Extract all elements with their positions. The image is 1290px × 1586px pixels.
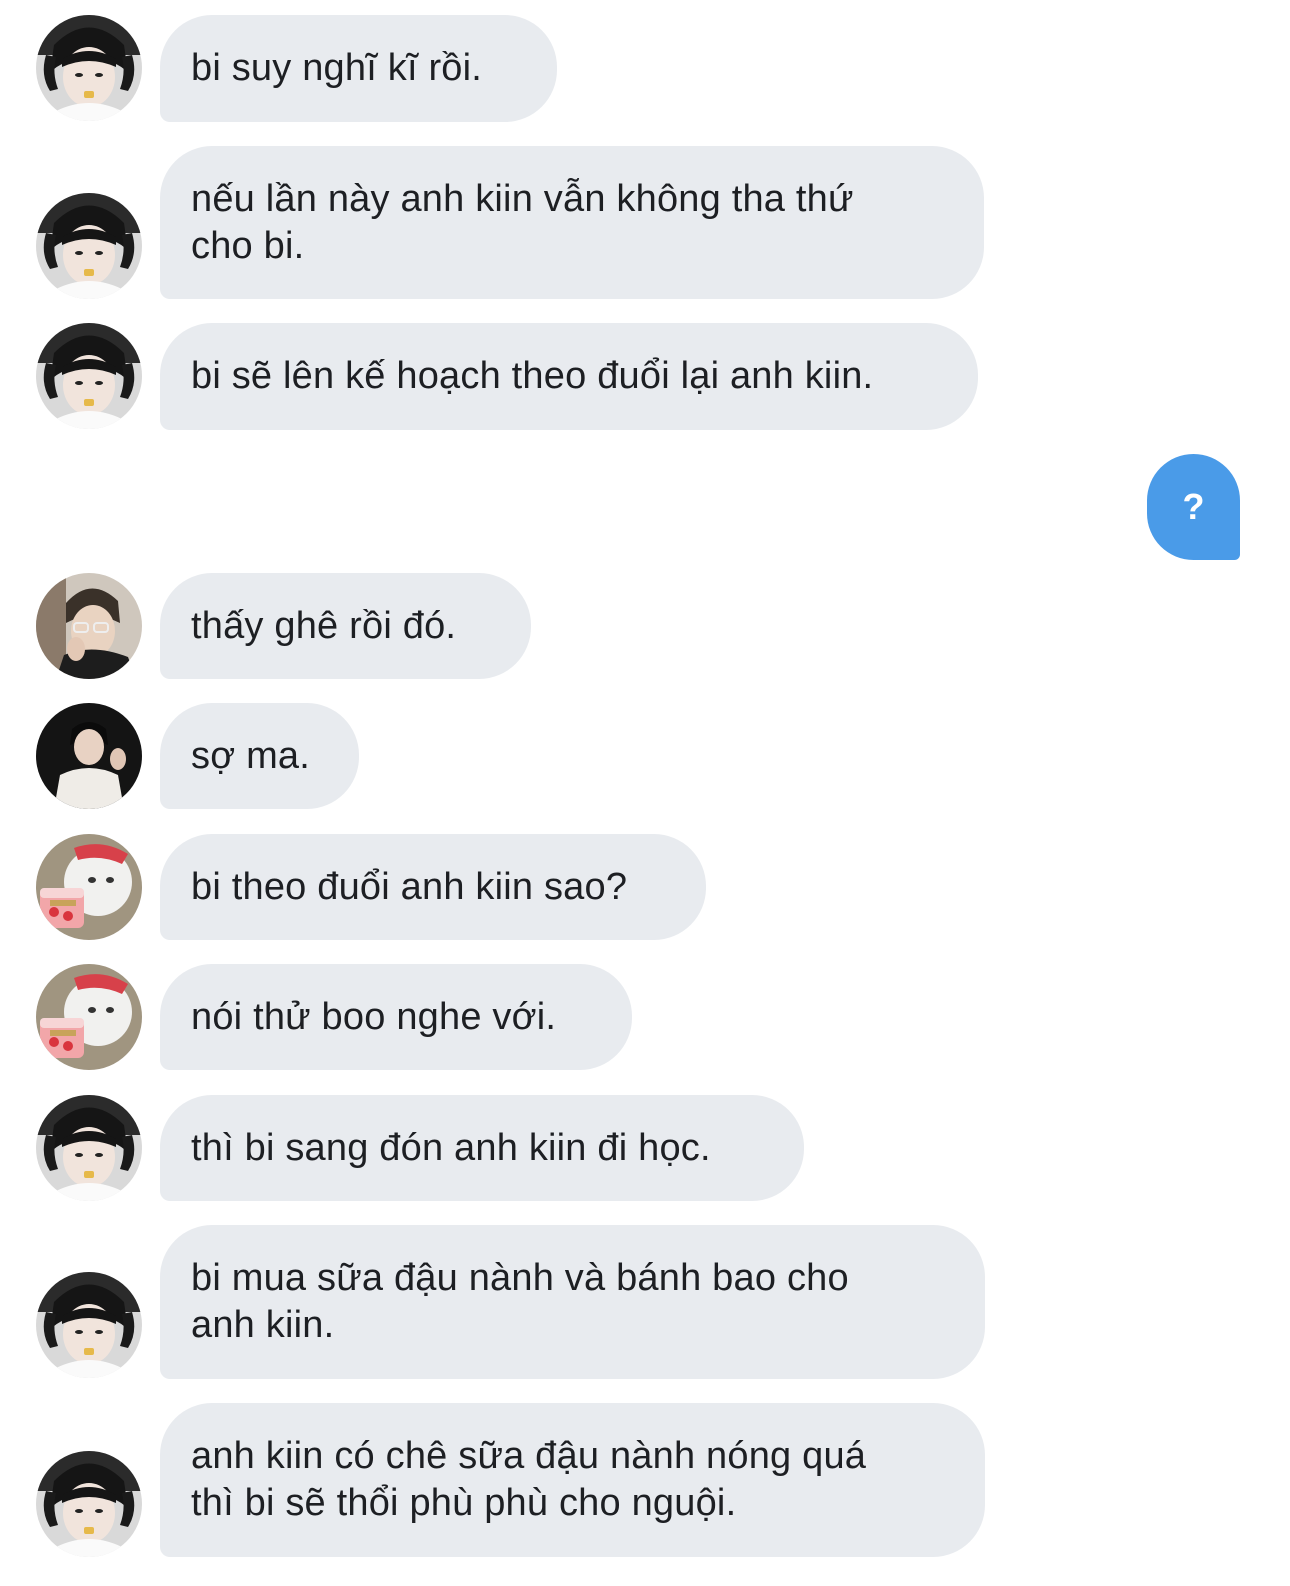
avatar[interactable] <box>36 573 142 679</box>
message-bubble[interactable]: bi suy nghĩ kĩ rồi. <box>160 15 557 122</box>
message-bubble[interactable]: nói thử boo nghe với. <box>160 964 632 1070</box>
message-bubble[interactable]: thấy ghê rồi đó. <box>160 573 531 679</box>
message-bubble[interactable]: anh kiin có chê sữa đậu nành nóng quá th… <box>160 1403 985 1557</box>
message-bubble[interactable]: nếu lần này anh kiin vẫn không tha thứ c… <box>160 146 984 299</box>
avatar[interactable] <box>36 193 142 299</box>
avatar[interactable] <box>36 1451 142 1557</box>
avatar[interactable] <box>36 15 142 121</box>
avatar[interactable] <box>36 834 142 940</box>
outgoing-message-bubble[interactable]: ? <box>1147 454 1240 560</box>
message-bubble[interactable]: sợ ma. <box>160 703 359 809</box>
message-bubble[interactable]: bi mua sữa đậu nành và bánh bao cho anh … <box>160 1225 985 1379</box>
message-bubble[interactable]: bi sẽ lên kế hoạch theo đuổi lại anh kii… <box>160 323 978 430</box>
avatar[interactable] <box>36 1095 142 1201</box>
avatar[interactable] <box>36 964 142 1070</box>
message-bubble[interactable]: bi theo đuổi anh kiin sao? <box>160 834 706 940</box>
avatar[interactable] <box>36 1272 142 1378</box>
avatar[interactable] <box>36 323 142 429</box>
avatar[interactable] <box>36 703 142 809</box>
message-bubble[interactable]: thì bi sang đón anh kiin đi học. <box>160 1095 804 1201</box>
